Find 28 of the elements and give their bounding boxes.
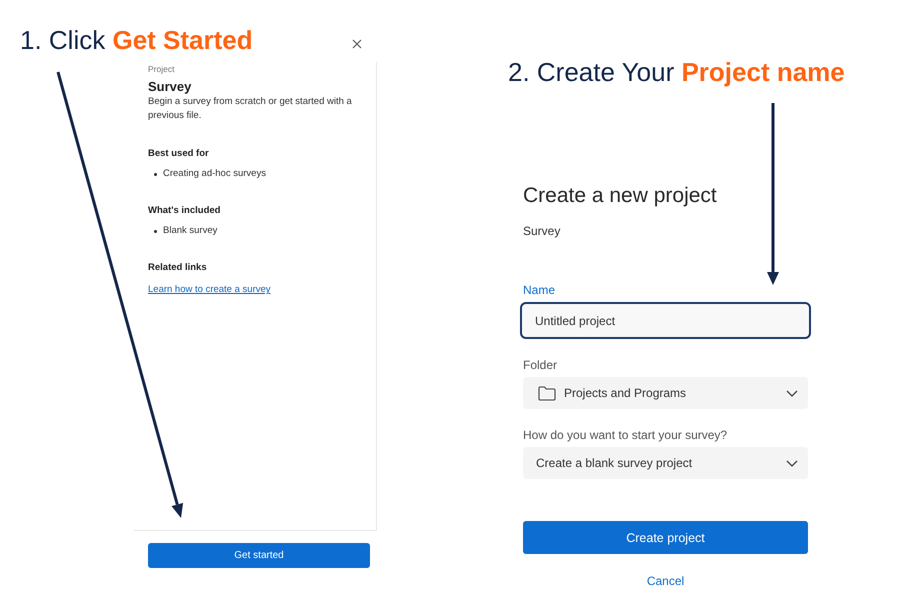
field-label: Folder [523, 357, 558, 373]
list-item: Blank survey [163, 224, 218, 238]
field-label: Name [523, 282, 556, 298]
bullet-icon [154, 230, 157, 232]
help-link[interactable]: Learn how to create a survey [148, 284, 271, 295]
create-project-button[interactable]: Create project [523, 521, 808, 554]
cancel-link[interactable]: Cancel [646, 573, 684, 589]
list-item: Creating ad-hoc surveys [163, 167, 266, 181]
field-label: How do you want to start your survey? [523, 427, 728, 443]
dialog-subtitle: Survey [523, 223, 562, 239]
panel-description: Begin a survey from scratch or get started with a previous file. [148, 95, 353, 123]
get-started-button[interactable]: Get started [148, 543, 370, 568]
chevron-down-icon [786, 390, 798, 396]
step-heading: 1. Click Get Started [20, 24, 253, 57]
section-heading: Best used for [148, 147, 210, 161]
folder-dropdown[interactable]: Projects and Programs [523, 377, 808, 409]
bullet-icon [154, 172, 157, 176]
chevron-down-icon [786, 460, 798, 466]
section-heading: What's included [148, 204, 222, 218]
section-heading: Related links [148, 261, 208, 275]
start-method-dropdown[interactable]: Create a blank survey project [523, 447, 808, 479]
folder-icon [538, 386, 556, 400]
name-field[interactable]: Untitled project [520, 302, 811, 339]
step-heading: 2. Create Your Project name [508, 56, 846, 89]
panel-category: Project [148, 63, 176, 75]
close-icon[interactable] [352, 39, 362, 49]
panel-title: Survey [148, 79, 192, 95]
dialog-title: Create a new project [523, 183, 718, 209]
